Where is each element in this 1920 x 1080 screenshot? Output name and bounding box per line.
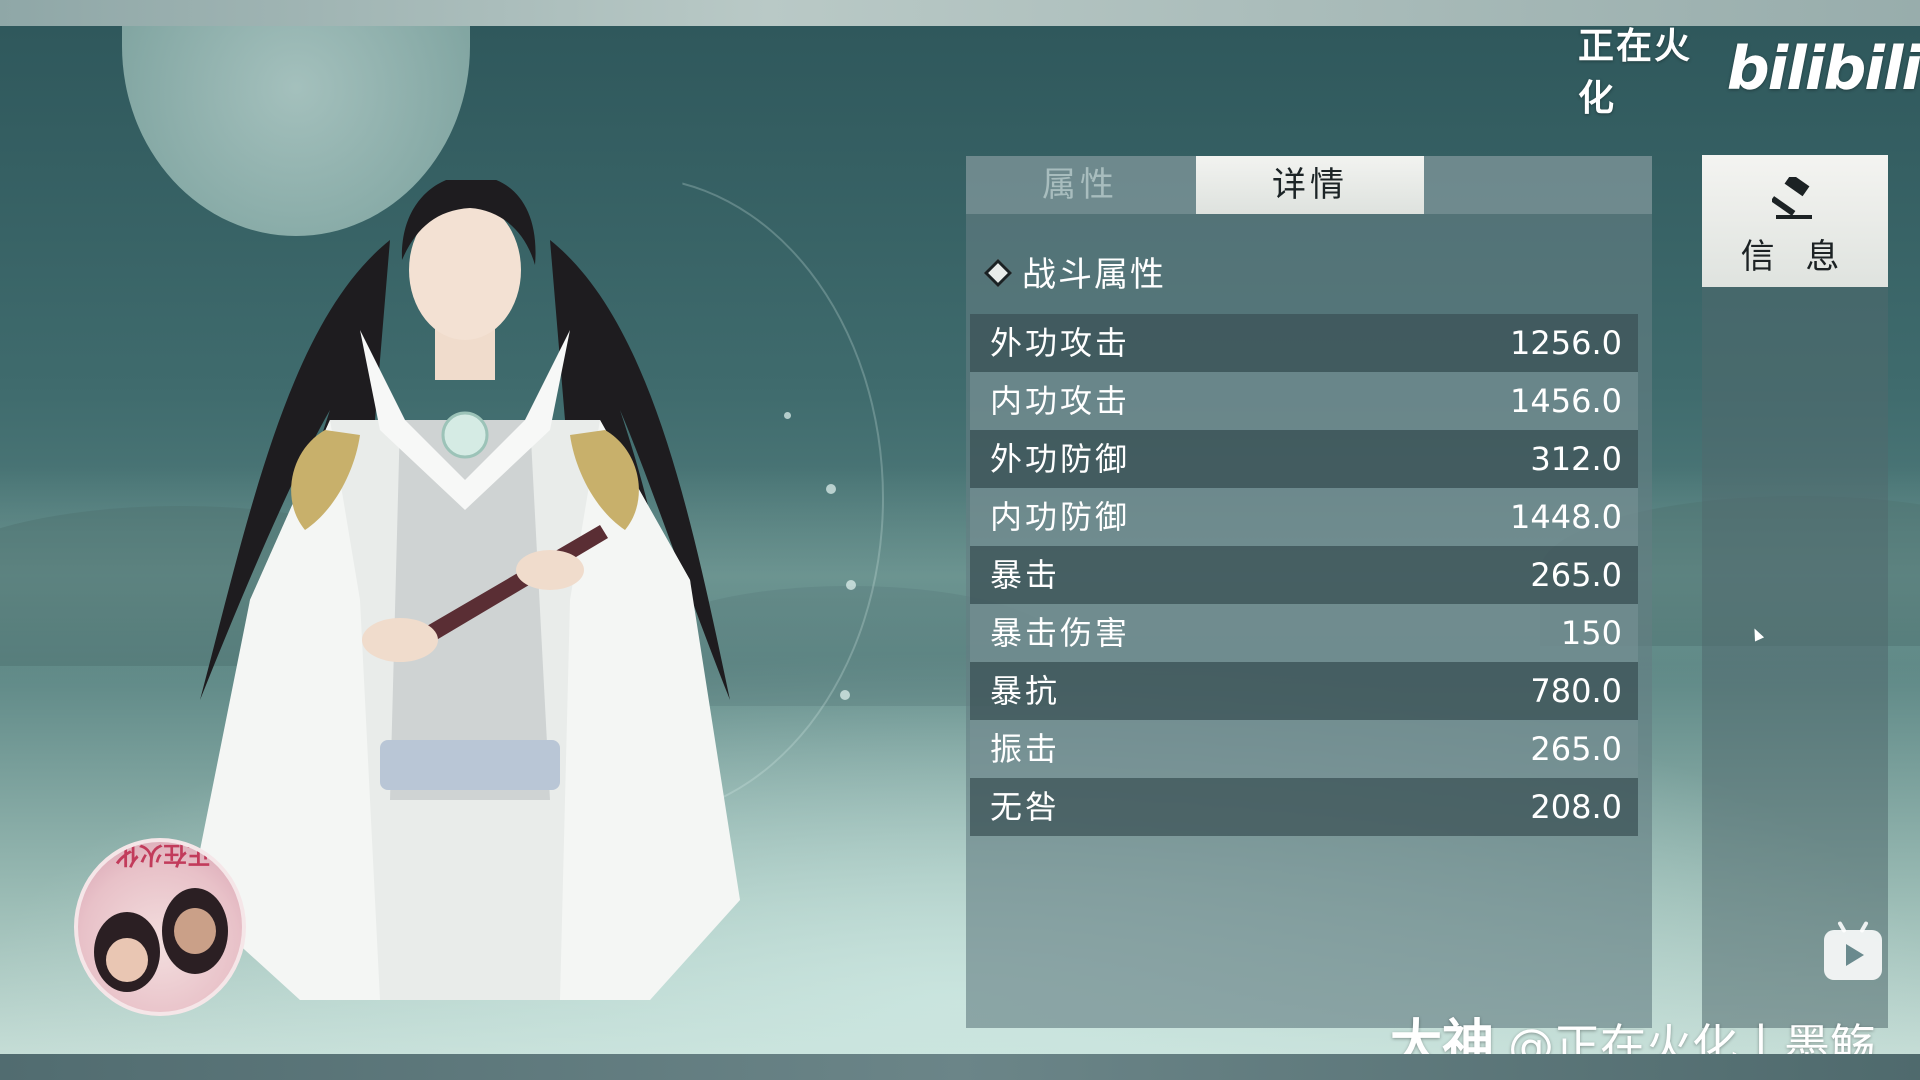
play-triangle-icon bbox=[1846, 944, 1864, 966]
stat-value: 312.0 bbox=[1530, 440, 1622, 478]
stat-value: 150 bbox=[1560, 614, 1622, 652]
stat-row: 暴击伤害 150 bbox=[970, 604, 1638, 662]
stat-value: 265.0 bbox=[1530, 556, 1622, 594]
stat-value: 1256.0 bbox=[1510, 324, 1622, 362]
stat-row: 振击 265.0 bbox=[970, 720, 1638, 778]
stat-name: 振击 bbox=[990, 730, 1061, 768]
stat-name: 暴抗 bbox=[990, 672, 1061, 710]
attribute-panel: 属性 详情 战斗属性 外功攻击 1256.0 内功攻击 1456.0 外功防御 … bbox=[966, 156, 1652, 1028]
character-hand bbox=[362, 618, 438, 662]
channel-name: 正在火化 bbox=[1578, 26, 1693, 119]
stat-name: 无咎 bbox=[990, 788, 1061, 826]
avatar-figure-face bbox=[174, 908, 216, 954]
stat-name: 暴击伤害 bbox=[990, 614, 1131, 652]
stat-name: 暴击 bbox=[990, 556, 1061, 594]
decorative-dot bbox=[846, 580, 856, 590]
tab-details[interactable]: 详情 bbox=[1196, 156, 1424, 214]
diamond-bullet-icon bbox=[983, 258, 1013, 287]
stat-row: 外功攻击 1256.0 bbox=[970, 314, 1638, 372]
character-jade-pendant bbox=[441, 411, 489, 459]
avatar-figure-face bbox=[106, 938, 148, 982]
stat-value: 208.0 bbox=[1530, 788, 1622, 826]
stat-row: 内功防御 1448.0 bbox=[970, 488, 1638, 546]
stat-row: 暴抗 780.0 bbox=[970, 662, 1638, 720]
bottom-band bbox=[0, 1054, 1920, 1080]
stats-list: 外功攻击 1256.0 内功攻击 1456.0 外功防御 312.0 内功防御 … bbox=[966, 314, 1652, 836]
decorative-dot bbox=[826, 484, 836, 494]
section-title-text: 战斗属性 bbox=[1022, 255, 1166, 295]
stat-value: 265.0 bbox=[1530, 730, 1622, 768]
stat-name: 外功攻击 bbox=[990, 324, 1131, 362]
character-hand bbox=[516, 550, 584, 590]
bilibili-watermark-logo: 正在火化 bilibili bbox=[1578, 26, 1920, 119]
character-outer-robe-right bbox=[560, 420, 740, 1000]
stat-row: 无咎 208.0 bbox=[970, 778, 1638, 836]
section-heading: 战斗属性 bbox=[983, 252, 1166, 298]
stat-value: 1448.0 bbox=[1510, 498, 1622, 536]
character-portrait bbox=[190, 180, 740, 1000]
bilibili-logo: bilibili bbox=[1726, 34, 1920, 104]
stat-name: 外功防御 bbox=[990, 440, 1131, 478]
tab-bar: 属性 详情 bbox=[966, 156, 1652, 214]
stat-value: 780.0 bbox=[1530, 672, 1622, 710]
hammer-icon bbox=[1772, 177, 1812, 219]
tab-attributes[interactable]: 属性 bbox=[966, 156, 1194, 214]
stat-value: 1456.0 bbox=[1510, 382, 1622, 420]
decorative-dot bbox=[840, 690, 850, 700]
character-sash bbox=[380, 740, 560, 790]
stat-row: 内功攻击 1456.0 bbox=[970, 372, 1638, 430]
streamer-avatar: 正在火化 bbox=[74, 838, 246, 1016]
dashen-watermark: 大神 @正在火化丨墨觞 bbox=[1390, 1002, 1876, 1075]
stat-row: 暴击 265.0 bbox=[970, 546, 1638, 604]
stat-row: 外功防御 312.0 bbox=[970, 430, 1638, 488]
info-button-label: 信 息 bbox=[1740, 237, 1850, 277]
avatar-tag: 正在火化 bbox=[115, 841, 211, 869]
info-button[interactable]: 信 息 bbox=[1702, 155, 1888, 287]
stat-name: 内功攻击 bbox=[990, 382, 1131, 420]
video-play-icon[interactable] bbox=[1824, 920, 1882, 980]
stat-name: 内功防御 bbox=[990, 498, 1131, 536]
